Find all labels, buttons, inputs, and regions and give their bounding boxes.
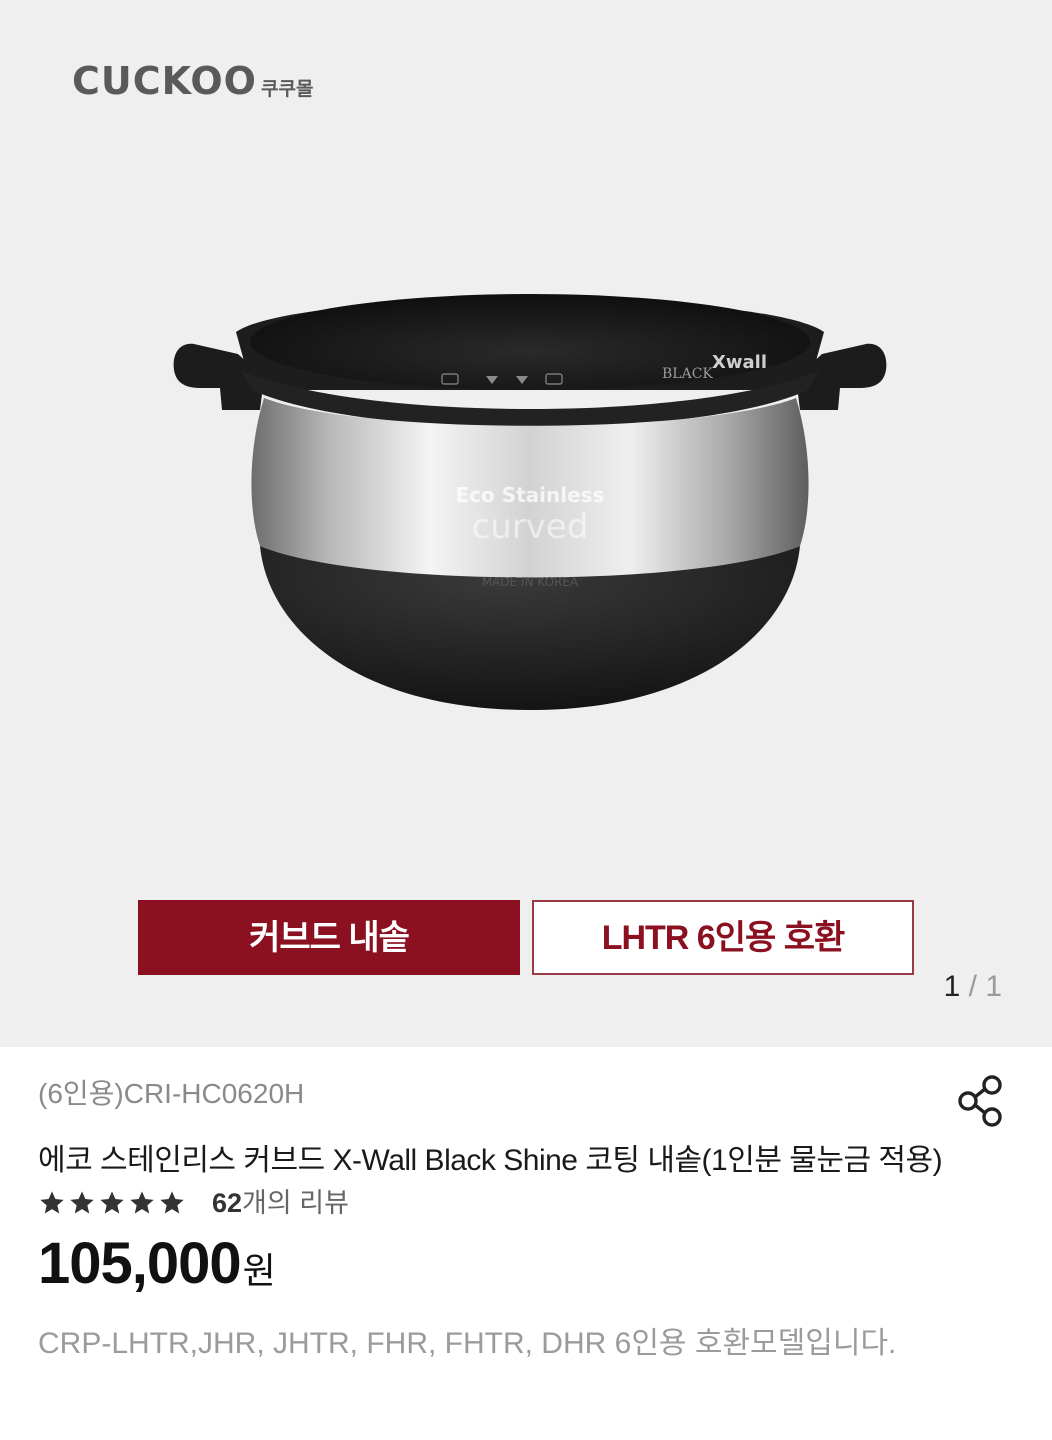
review-suffix: 개의 리뷰 xyxy=(242,1187,349,1218)
option-tags: 커브드 내솥 LHTR 6인용 호환 xyxy=(138,900,914,975)
price-unit: 원 xyxy=(242,1250,276,1291)
star-icon xyxy=(100,1191,124,1214)
review-count: 62 xyxy=(212,1187,243,1218)
pot-engraving-line1: Eco Stainless xyxy=(455,483,604,507)
product-description: CRP-LHTR,JHR, JHTR, FHR, FHTR, DHR 6인용 호… xyxy=(38,1327,897,1360)
share-icon xyxy=(958,1075,1002,1127)
pot-made-in: MADE IN KOREA xyxy=(482,575,579,589)
tag-curved-pot[interactable]: 커브드 내솥 xyxy=(138,900,520,975)
share-button[interactable] xyxy=(952,1071,1008,1131)
brand-logo: CUCKOO 쿠쿠몰 xyxy=(72,62,313,100)
pager-total: 1 xyxy=(985,970,1002,1003)
price: 105,000 원 xyxy=(38,1235,276,1293)
brand-sub-text: 쿠쿠몰 xyxy=(260,78,314,100)
star-icon xyxy=(40,1191,64,1214)
tag-lhtr-compatible[interactable]: LHTR 6인용 호환 xyxy=(532,900,914,975)
price-value: 105,000 xyxy=(38,1231,242,1296)
pot-inner-mark: Xwall xyxy=(712,352,767,373)
brand-logo-text: CUCKOO xyxy=(72,59,257,103)
pot-inner-mark-sub: BLACK xyxy=(662,366,713,382)
product-title: 에코 스테인리스 커브드 X-Wall Black Shine 코팅 내솥(1인… xyxy=(38,1144,943,1177)
pot-engraving-line2: curved xyxy=(472,507,589,547)
pager-separator: / xyxy=(968,970,977,1003)
star-icon xyxy=(160,1191,184,1214)
review-link[interactable]: 62개의 리뷰 xyxy=(212,1187,349,1218)
star-icon xyxy=(70,1191,94,1214)
rating[interactable]: 62개의 리뷰 xyxy=(38,1189,349,1217)
product-gallery[interactable]: CUCKOO 쿠쿠몰 Eco Stainless curved MADE IN … xyxy=(0,0,1052,1047)
star-icon xyxy=(130,1191,154,1214)
star-rating xyxy=(38,1189,186,1217)
product-info: (6인용)CRI-HC0620H 에코 스테인리스 커브드 X-Wall Bla… xyxy=(0,1047,1052,1440)
product-page: CUCKOO 쿠쿠몰 Eco Stainless curved MADE IN … xyxy=(0,0,1052,1440)
image-pager: 1 / 1 xyxy=(944,972,1002,1002)
product-image: Eco Stainless curved MADE IN KOREA Xwall… xyxy=(160,270,900,770)
product-model: (6인용)CRI-HC0620H xyxy=(38,1078,305,1109)
pager-current: 1 xyxy=(943,970,961,1003)
